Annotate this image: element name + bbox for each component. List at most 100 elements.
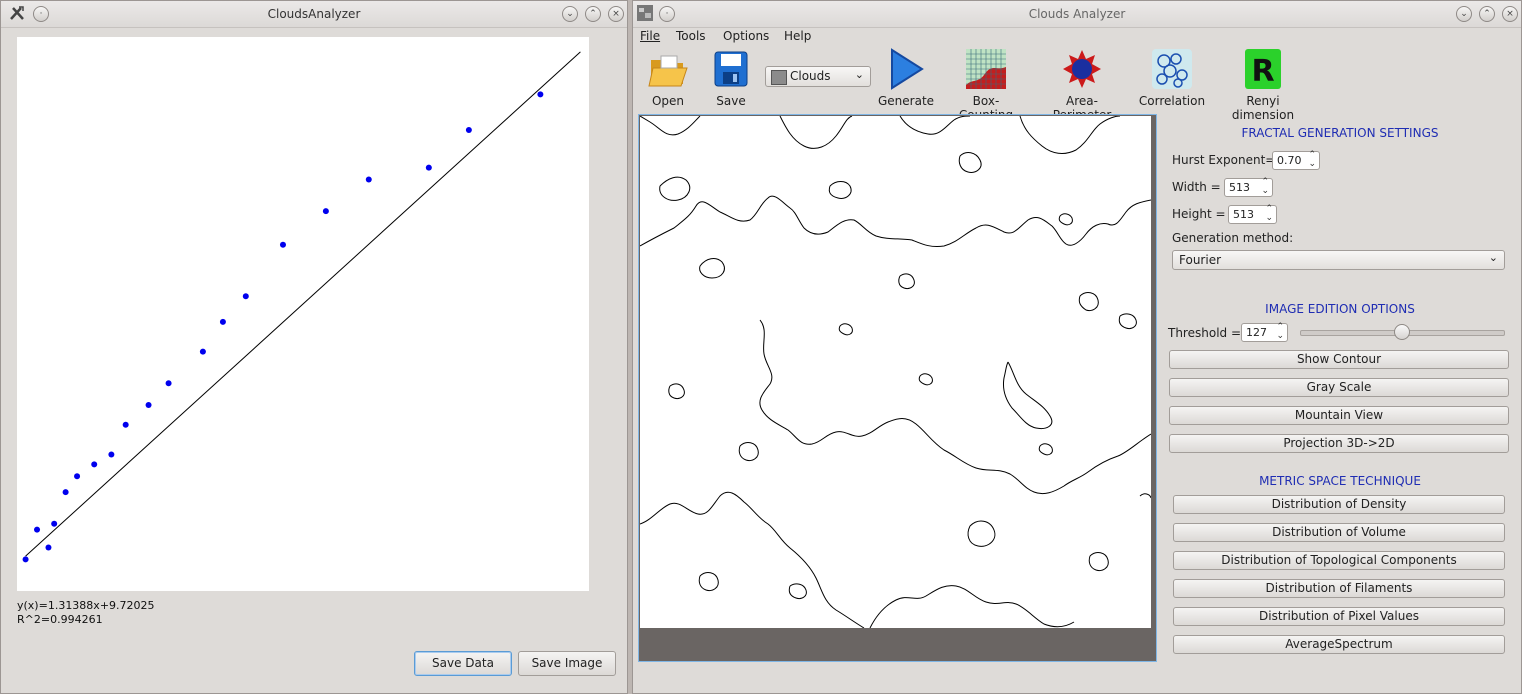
chevron-down-icon: ⌄ xyxy=(854,68,864,81)
distribution-topological-button[interactable]: Distribution of Topological Components xyxy=(1173,551,1505,570)
box-counting-tool[interactable]: Box-Counting xyxy=(946,48,1026,122)
hurst-value: 0.70 xyxy=(1277,154,1302,167)
correlation-circles-icon xyxy=(1152,49,1192,89)
hurst-label: Hurst Exponent= xyxy=(1172,153,1276,167)
minimize-button[interactable]: ⌄ xyxy=(562,6,578,22)
menu-options[interactable]: Options xyxy=(723,29,769,43)
data-point xyxy=(62,489,69,496)
cloud-contour-drawing xyxy=(640,116,1151,628)
title-bar[interactable]: · CloudsAnalyzer ⌄ ⌃ × xyxy=(1,1,627,28)
distribution-pixel-values-button[interactable]: Distribution of Pixel Values xyxy=(1173,607,1505,626)
height-label: Height = xyxy=(1172,207,1226,221)
spin-arrows-icon[interactable]: ⌃ ⌄ xyxy=(1276,323,1284,341)
data-point xyxy=(51,520,58,527)
gray-scale-button[interactable]: Gray Scale xyxy=(1169,378,1509,397)
distribution-filaments-button[interactable]: Distribution of Filaments xyxy=(1173,579,1505,598)
data-point xyxy=(537,91,544,98)
svg-text:R: R xyxy=(1251,54,1274,89)
title-bar[interactable]: · Clouds Analyzer ⌄ ⌃ × xyxy=(633,1,1521,28)
correlation-tool[interactable]: Correlation xyxy=(1136,48,1208,108)
menu-file[interactable]: File xyxy=(640,29,660,43)
cloud-contour-image xyxy=(640,116,1151,628)
data-point xyxy=(74,473,81,480)
floppy-disk-icon xyxy=(714,51,748,87)
area-perimeter-tool[interactable]: Area-Perimeter xyxy=(1038,48,1126,122)
scatter-chart xyxy=(22,51,581,563)
mountain-view-button[interactable]: Mountain View xyxy=(1169,406,1509,425)
width-value: 513 xyxy=(1229,181,1250,194)
window-title: CloudsAnalyzer xyxy=(267,7,361,21)
window-title: Clouds Analyzer xyxy=(1028,7,1126,21)
data-point xyxy=(219,318,226,325)
show-contour-button[interactable]: Show Contour xyxy=(1169,350,1509,369)
data-point xyxy=(242,293,249,300)
hurst-exponent-spinbox[interactable]: 0.70 ⌃ ⌄ xyxy=(1272,151,1320,170)
data-point xyxy=(279,241,286,248)
maximize-button[interactable]: ⌃ xyxy=(1479,6,1495,22)
threshold-label: Threshold = xyxy=(1168,326,1242,340)
width-spinbox[interactable]: 513 ⌃ ⌄ xyxy=(1224,178,1273,197)
minimize-button[interactable]: ⌄ xyxy=(1456,6,1472,22)
generate-tool[interactable]: Generate xyxy=(878,48,934,108)
data-point xyxy=(91,461,98,468)
fractal-type-select[interactable]: Clouds ⌄ xyxy=(765,66,871,87)
data-point xyxy=(122,421,129,428)
save-data-button[interactable]: Save Data xyxy=(414,651,512,676)
data-point xyxy=(322,208,329,215)
menu-help[interactable]: Help xyxy=(784,29,811,43)
distribution-volume-button[interactable]: Distribution of Volume xyxy=(1173,523,1505,542)
height-value: 513 xyxy=(1233,208,1254,221)
data-point xyxy=(365,176,372,183)
folder-open-icon xyxy=(648,55,688,87)
average-spectrum-button[interactable]: AverageSpectrum xyxy=(1173,635,1505,654)
fractal-type-value: Clouds xyxy=(790,69,831,83)
regression-plot xyxy=(17,37,589,591)
generation-method-label: Generation method: xyxy=(1172,231,1294,245)
cloud-image-viewport[interactable] xyxy=(638,114,1157,662)
spin-arrows-icon[interactable]: ⌃ ⌄ xyxy=(1265,205,1273,223)
image-edition-heading: IMAGE EDITION OPTIONS xyxy=(1265,302,1415,316)
open-label: Open xyxy=(651,94,685,108)
generation-method-value: Fourier xyxy=(1179,253,1222,267)
fit-line xyxy=(25,51,581,557)
threshold-spinbox[interactable]: 127 ⌃ ⌄ xyxy=(1241,323,1288,342)
close-button[interactable]: × xyxy=(608,6,624,22)
menu-tools[interactable]: Tools xyxy=(676,29,706,43)
generation-method-select[interactable]: Fourier ⌄ xyxy=(1172,250,1505,270)
data-point xyxy=(165,380,172,387)
chevron-down-icon: ⌄ xyxy=(1488,251,1498,264)
fractal-settings-heading: FRACTAL GENERATION SETTINGS xyxy=(1241,126,1439,140)
data-point xyxy=(45,544,52,551)
data-point xyxy=(145,402,152,409)
correlation-label: Correlation xyxy=(1138,94,1206,108)
fit-equation: y(x)=1.31388x+9.72025 xyxy=(17,599,155,612)
data-point xyxy=(425,164,432,171)
generate-label: Generate xyxy=(878,94,935,108)
data-point xyxy=(465,126,472,133)
spin-arrows-icon[interactable]: ⌃ ⌄ xyxy=(1308,151,1316,169)
box-counting-grid-icon xyxy=(966,49,1006,89)
save-tool[interactable]: Save xyxy=(710,48,752,108)
snowflake-fractal-icon xyxy=(1063,50,1101,88)
renyi-dimension-label: Renyi dimension xyxy=(1231,94,1295,122)
width-label: Width = xyxy=(1172,180,1221,194)
distribution-density-button[interactable]: Distribution of Density xyxy=(1173,495,1505,514)
threshold-slider-handle[interactable] xyxy=(1394,324,1410,340)
renyi-r-icon: R xyxy=(1245,49,1281,89)
clouds-analyzer-plot-window: · CloudsAnalyzer ⌄ ⌃ × y(x)=1.31388x+9.7… xyxy=(0,0,628,694)
data-point xyxy=(34,526,41,533)
close-button[interactable]: × xyxy=(1502,6,1518,22)
threshold-value: 127 xyxy=(1246,326,1267,339)
save-image-button[interactable]: Save Image xyxy=(518,651,616,676)
maximize-button[interactable]: ⌃ xyxy=(585,6,601,22)
data-point xyxy=(22,556,29,563)
save-label: Save xyxy=(716,94,746,108)
height-spinbox[interactable]: 513 ⌃ ⌄ xyxy=(1228,205,1277,224)
play-icon xyxy=(891,48,924,90)
cloud-thumb-icon xyxy=(771,70,787,85)
spin-arrows-icon[interactable]: ⌃ ⌄ xyxy=(1261,178,1269,196)
data-point xyxy=(199,348,206,355)
projection-button[interactable]: Projection 3D->2D xyxy=(1169,434,1509,453)
open-tool[interactable]: Open xyxy=(646,48,690,108)
renyi-dimension-tool[interactable]: R Renyi dimension xyxy=(1216,48,1310,122)
